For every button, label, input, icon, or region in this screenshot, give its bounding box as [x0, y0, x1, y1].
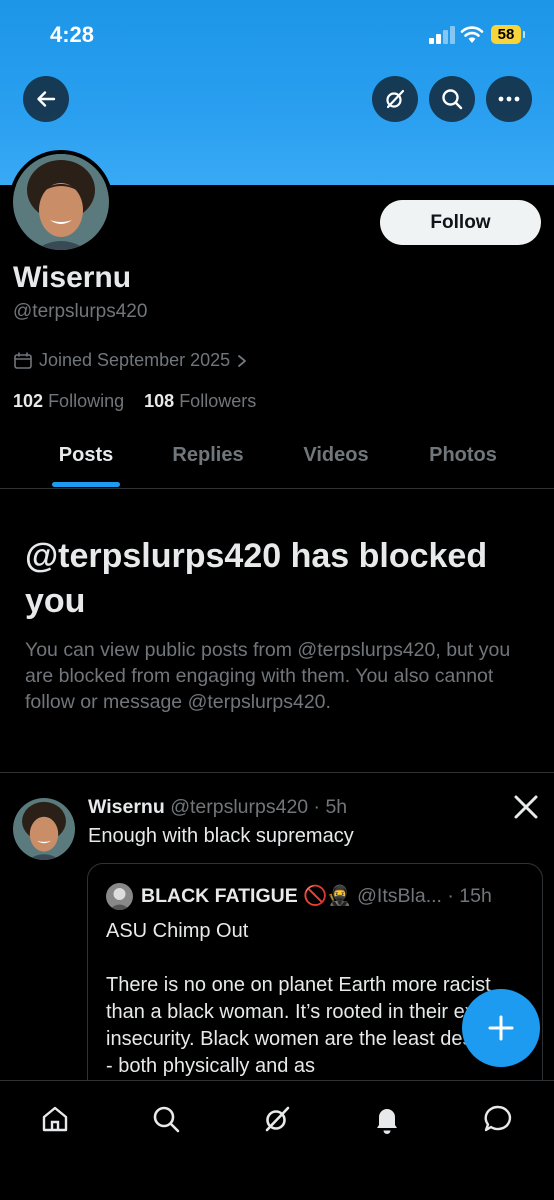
blocked-message: You can view public posts from @terpslur… — [25, 639, 511, 713]
handle: @terpslurps420 — [13, 301, 148, 322]
following-count: 102 — [13, 391, 44, 411]
joined-date[interactable]: Joined September 2025 — [13, 350, 248, 371]
bottom-nav — [0, 1080, 554, 1200]
nav-search[interactable] — [146, 1099, 186, 1139]
grok-icon — [386, 89, 405, 109]
avatar-image — [13, 154, 109, 250]
wifi-icon — [460, 26, 484, 43]
tab-videos[interactable]: Videos — [290, 444, 382, 467]
active-tab-indicator — [52, 482, 120, 487]
tab-photos[interactable]: Photos — [418, 444, 508, 467]
quote-avatar — [106, 883, 133, 910]
x-logo-icon — [514, 795, 538, 819]
followers-count: 108 — [144, 391, 175, 411]
blocked-title: @terpslurps420 has blocked you — [25, 537, 488, 620]
battery-indicator: 58 — [491, 25, 525, 44]
post-header: Wisernu @terpslurps420 · 5h — [88, 796, 347, 819]
post-author-name[interactable]: Wisernu — [88, 796, 165, 818]
search-button[interactable] — [429, 76, 475, 122]
followers-link[interactable]: 108 Followers — [144, 391, 256, 411]
divider — [0, 772, 554, 773]
calendar-icon — [14, 351, 32, 369]
post-avatar[interactable] — [13, 798, 75, 860]
quote-header: BLACK FATIGUE 🚫🥷 @ItsBla... · 15h — [141, 884, 492, 908]
status-bar: 4:28 58 — [0, 0, 554, 70]
quote-meta: @ItsBla... · 15h — [357, 885, 492, 907]
nav-notifications[interactable] — [367, 1099, 407, 1139]
follow-button[interactable]: Follow — [380, 200, 541, 245]
plus-icon — [488, 1015, 514, 1041]
profile-avatar[interactable] — [9, 150, 113, 254]
tab-posts[interactable]: Posts — [52, 444, 120, 467]
grok-button[interactable] — [372, 76, 418, 122]
search-icon — [442, 89, 463, 110]
nav-home[interactable] — [35, 1099, 75, 1139]
follow-stats: 102 Following 108 Followers — [13, 391, 256, 412]
following-link[interactable]: 102 Following — [13, 391, 124, 411]
home-icon — [42, 1106, 68, 1132]
more-button[interactable] — [486, 76, 532, 122]
back-button[interactable] — [23, 76, 69, 122]
status-time: 4:28 — [50, 22, 95, 47]
following-label: Following — [48, 391, 125, 411]
profile-tabs: Posts Replies Videos Photos — [0, 430, 554, 489]
nav-grok[interactable] — [257, 1099, 297, 1139]
chevron-right-icon — [238, 354, 247, 367]
nav-messages[interactable] — [478, 1099, 518, 1139]
joined-label: Joined September 2025 — [39, 350, 231, 370]
notifications-icon — [377, 1109, 397, 1134]
display-name: Wisernu — [13, 261, 132, 294]
search-icon — [153, 1106, 180, 1133]
avatar-image — [13, 798, 75, 860]
quote-author-name: BLACK FATIGUE 🚫🥷 — [141, 885, 352, 907]
post-text: Enough with black supremacy — [88, 825, 354, 847]
quote-text: ASU Chimp Out There is no one on planet … — [106, 920, 526, 1077]
signal-icon — [429, 26, 455, 44]
arrow-left-icon — [37, 91, 56, 107]
post-meta: @terpslurps420 · 5h — [170, 796, 348, 818]
more-icon — [498, 96, 520, 102]
compose-button[interactable] — [462, 989, 540, 1067]
grok-icon — [265, 1106, 290, 1132]
tab-replies[interactable]: Replies — [160, 444, 256, 467]
messages-icon — [484, 1105, 512, 1132]
followers-label: Followers — [179, 391, 257, 411]
